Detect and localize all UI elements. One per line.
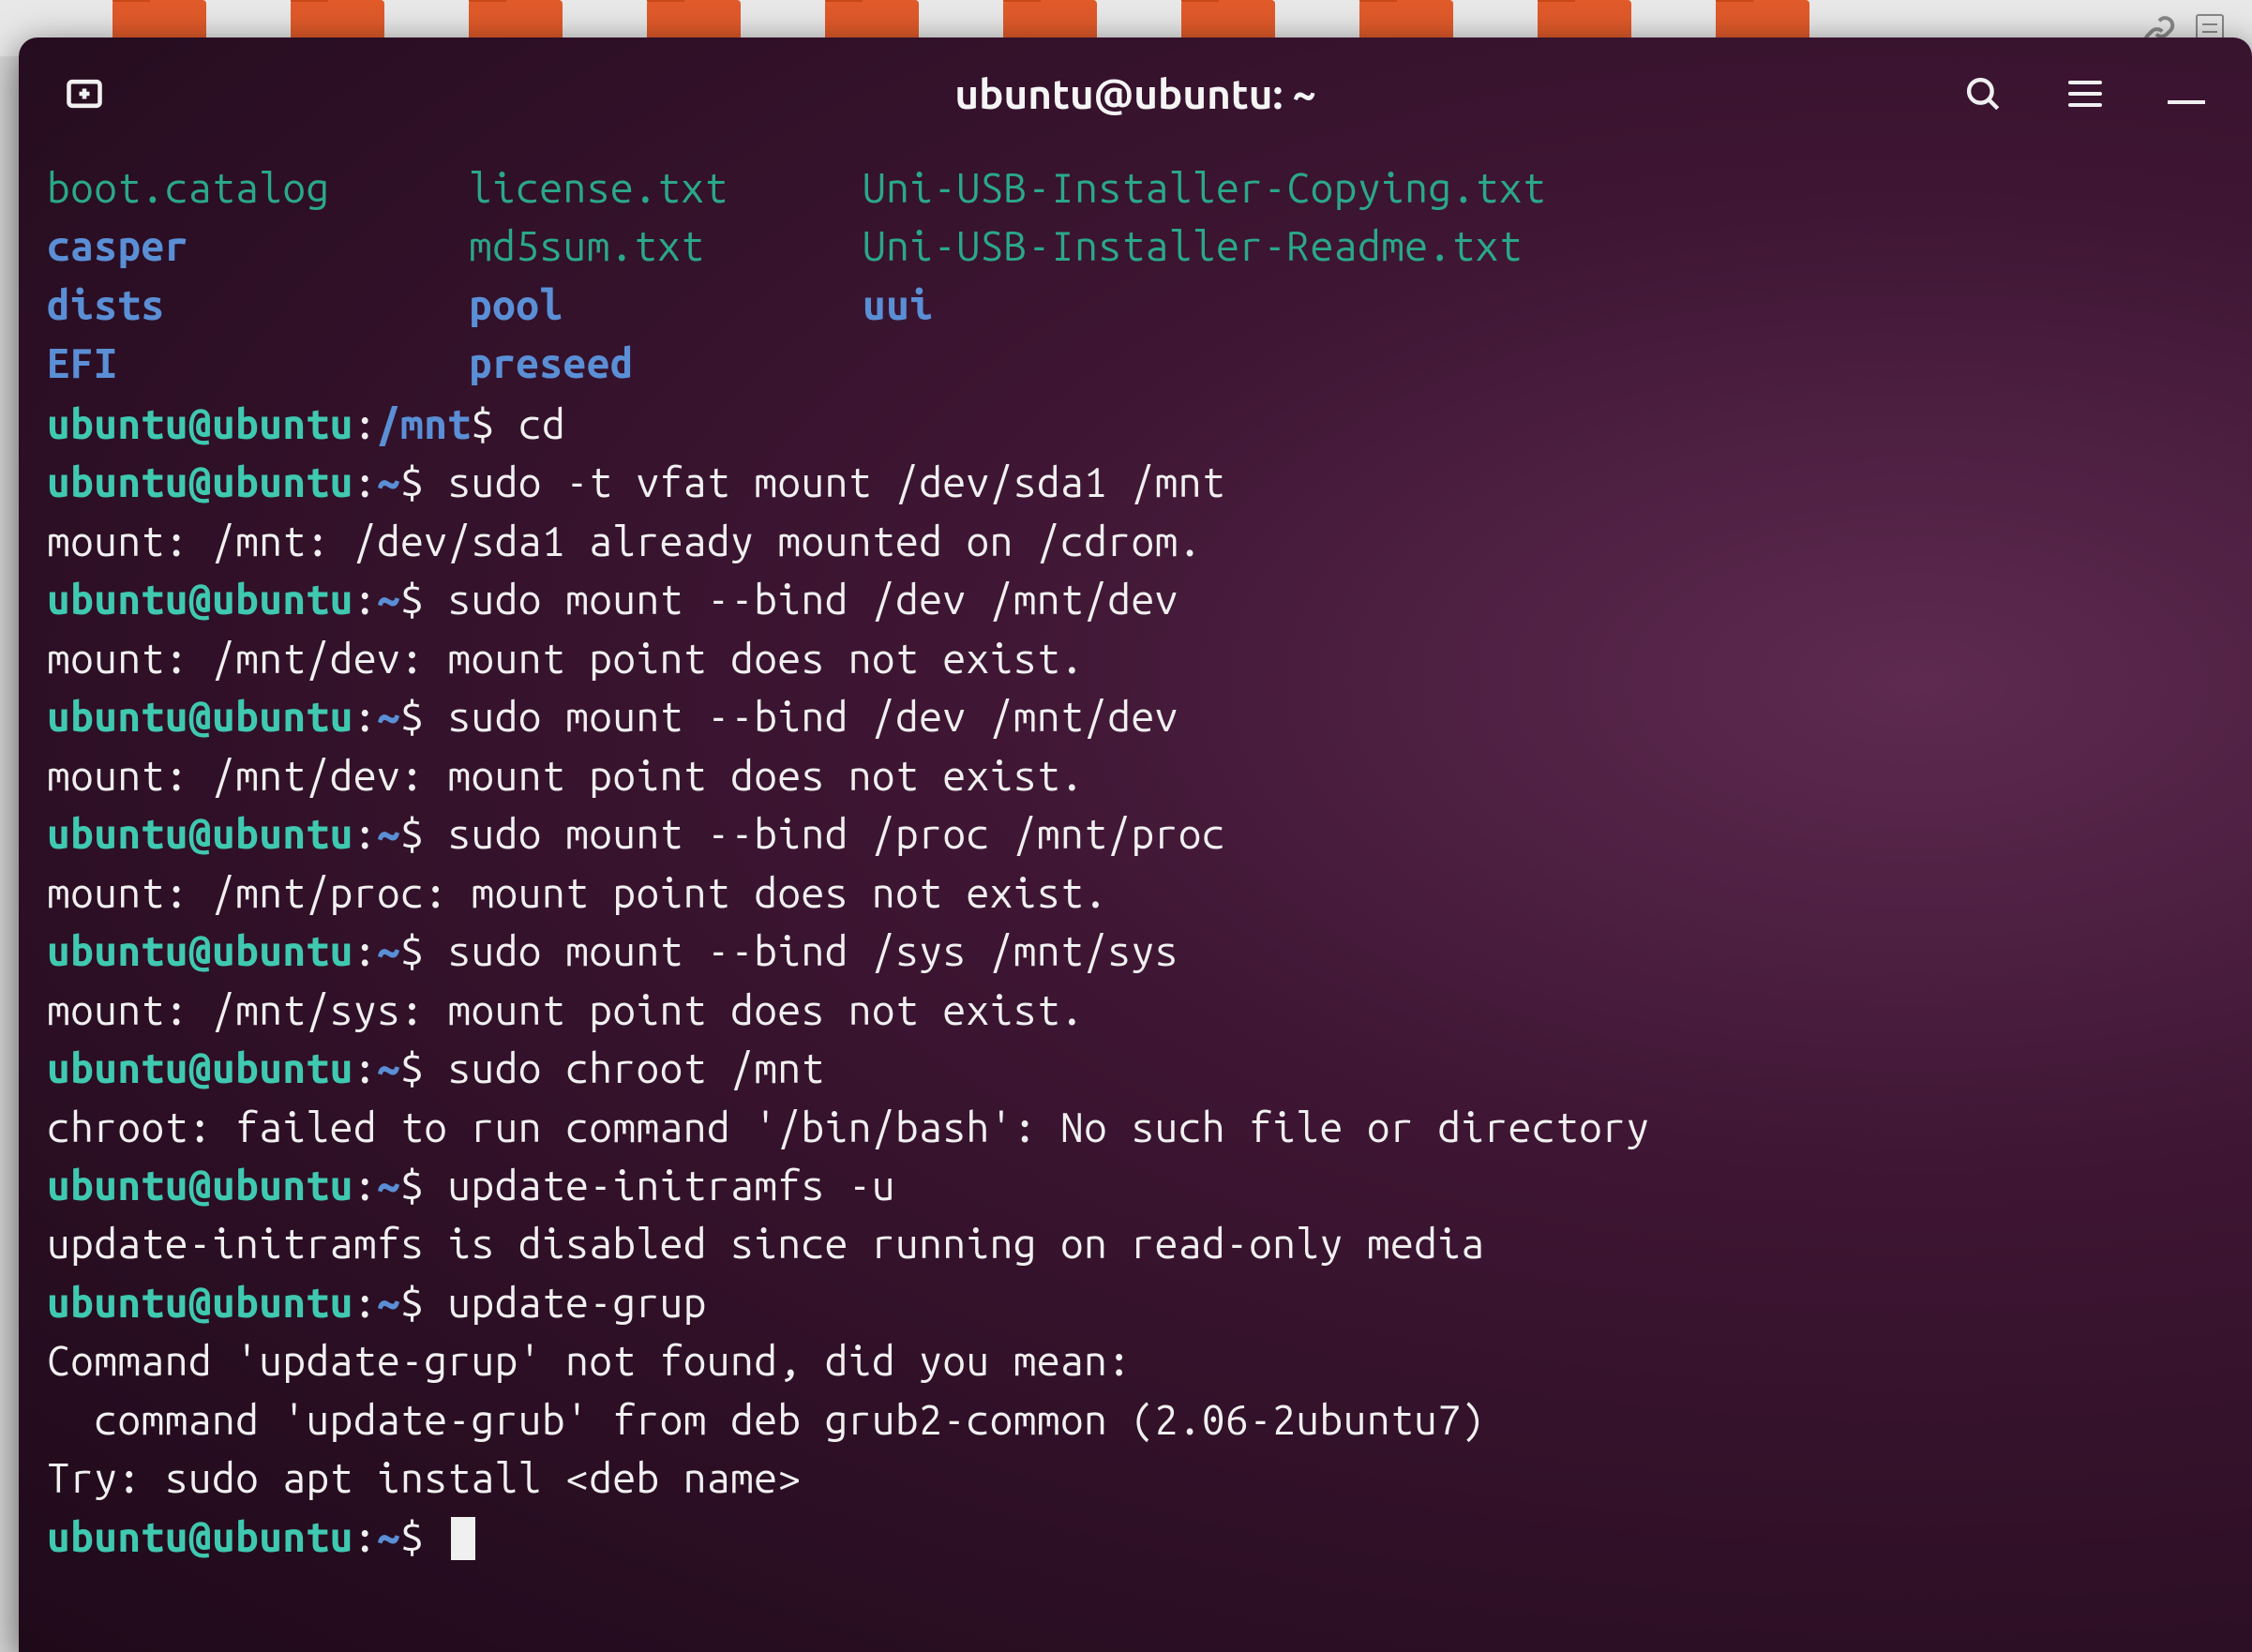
minimize-button[interactable] [2168,100,2205,104]
prompt-line: ubuntu@ubuntu:~$ [47,1509,2224,1567]
prompt-user: ubuntu@ubuntu [47,811,353,857]
prompt-line: ubuntu@ubuntu:~$ sudo mount --bind /dev … [47,571,2224,629]
ls-entry: md5sum.txt [469,218,863,276]
prompt-user: ubuntu@ubuntu [47,401,353,447]
prompt-user: ubuntu@ubuntu [47,1280,353,1326]
prompt-line: ubuntu@ubuntu:~$ update-initramfs -u [47,1157,2224,1215]
output-line: mount: /mnt/sys: mount point does not ex… [47,982,2224,1040]
prompt-line: ubuntu@ubuntu:~$ sudo mount --bind /dev … [47,688,2224,746]
titlebar: ubuntu@ubuntu: ~ [19,38,2252,150]
command-text: sudo mount --bind /sys /mnt/sys [447,928,1178,974]
output-line: update-initramfs is disabled since runni… [47,1215,2224,1273]
prompt-path: ~ [377,811,400,857]
command-text: sudo -t vfat mount /dev/sda1 /mnt [447,459,1225,505]
command-text: sudo chroot /mnt [447,1045,824,1091]
command-text: sudo mount --bind /proc /mnt/proc [447,811,1225,857]
prompt-path: ~ [377,1280,400,1326]
prompt-path: /mnt [377,401,472,447]
search-icon[interactable] [1963,74,2003,113]
ls-entry: license.txt [469,159,863,218]
ls-listing: boot.catalog license.txt Uni-USB-Install… [47,159,2224,394]
prompt-user: ubuntu@ubuntu [47,1163,353,1209]
prompt-path: ~ [377,694,400,740]
prompt-user: ubuntu@ubuntu [47,928,353,974]
output-line: mount: /mnt/proc: mount point does not e… [47,864,2224,923]
command-text: update-grup [447,1280,707,1326]
prompt-user: ubuntu@ubuntu [47,1045,353,1091]
prompt-path: ~ [377,577,400,623]
ls-entry: Uni-USB-Installer-Readme.txt [863,218,2224,276]
command-text: cd [518,401,565,447]
terminal-output[interactable]: boot.catalog license.txt Uni-USB-Install… [19,150,2252,1576]
ls-entry: dists [47,277,469,335]
ls-entry: boot.catalog [47,159,469,218]
prompt-path: ~ [377,1163,400,1209]
prompt-path: ~ [377,1045,400,1091]
prompt-path: ~ [377,1514,400,1560]
output-line: mount: /mnt/dev: mount point does not ex… [47,630,2224,688]
output-line: mount: /mnt/dev: mount point does not ex… [47,747,2224,805]
prompt-user: ubuntu@ubuntu [47,694,353,740]
ls-entry: pool [469,277,863,335]
terminal-window: ubuntu@ubuntu: ~ boot.catalog license.tx… [19,38,2252,1652]
new-tab-button[interactable] [56,70,113,117]
prompt-line: ubuntu@ubuntu:/mnt$ cd [47,396,2224,454]
prompt-line: ubuntu@ubuntu:~$ sudo mount --bind /proc… [47,805,2224,864]
prompt-user: ubuntu@ubuntu [47,1514,353,1560]
prompt-line: ubuntu@ubuntu:~$ sudo mount --bind /sys … [47,923,2224,981]
ls-entry: casper [47,218,469,276]
window-title: ubuntu@ubuntu: ~ [954,71,1315,117]
output-line: command 'update-grub' from deb grub2-com… [47,1391,2224,1449]
ls-entry: uui [863,277,2224,335]
ls-entry: Uni-USB-Installer-Copying.txt [863,159,2224,218]
prompt-user: ubuntu@ubuntu [47,577,353,623]
command-text: sudo mount --bind /dev /mnt/dev [447,577,1178,623]
prompt-line: ubuntu@ubuntu:~$ sudo -t vfat mount /dev… [47,454,2224,512]
ls-entry: EFI [47,335,469,393]
hamburger-menu-icon[interactable] [2068,81,2102,107]
output-line: mount: /mnt: /dev/sda1 already mounted o… [47,513,2224,571]
prompt-line: ubuntu@ubuntu:~$ update-grup [47,1274,2224,1332]
prompt-line: ubuntu@ubuntu:~$ sudo chroot /mnt [47,1040,2224,1098]
output-line: chroot: failed to run command '/bin/bash… [47,1099,2224,1157]
command-text: update-initramfs -u [447,1163,895,1209]
ls-entry: preseed [469,335,863,393]
command-text: sudo mount --bind /dev /mnt/dev [447,694,1178,740]
prompt-user: ubuntu@ubuntu [47,459,353,505]
cursor [451,1517,475,1560]
output-line: Command 'update-grup' not found, did you… [47,1332,2224,1390]
prompt-path: ~ [377,928,400,974]
prompt-path: ~ [377,459,400,505]
output-line: Try: sudo apt install <deb name> [47,1449,2224,1508]
new-tab-icon [64,73,105,114]
